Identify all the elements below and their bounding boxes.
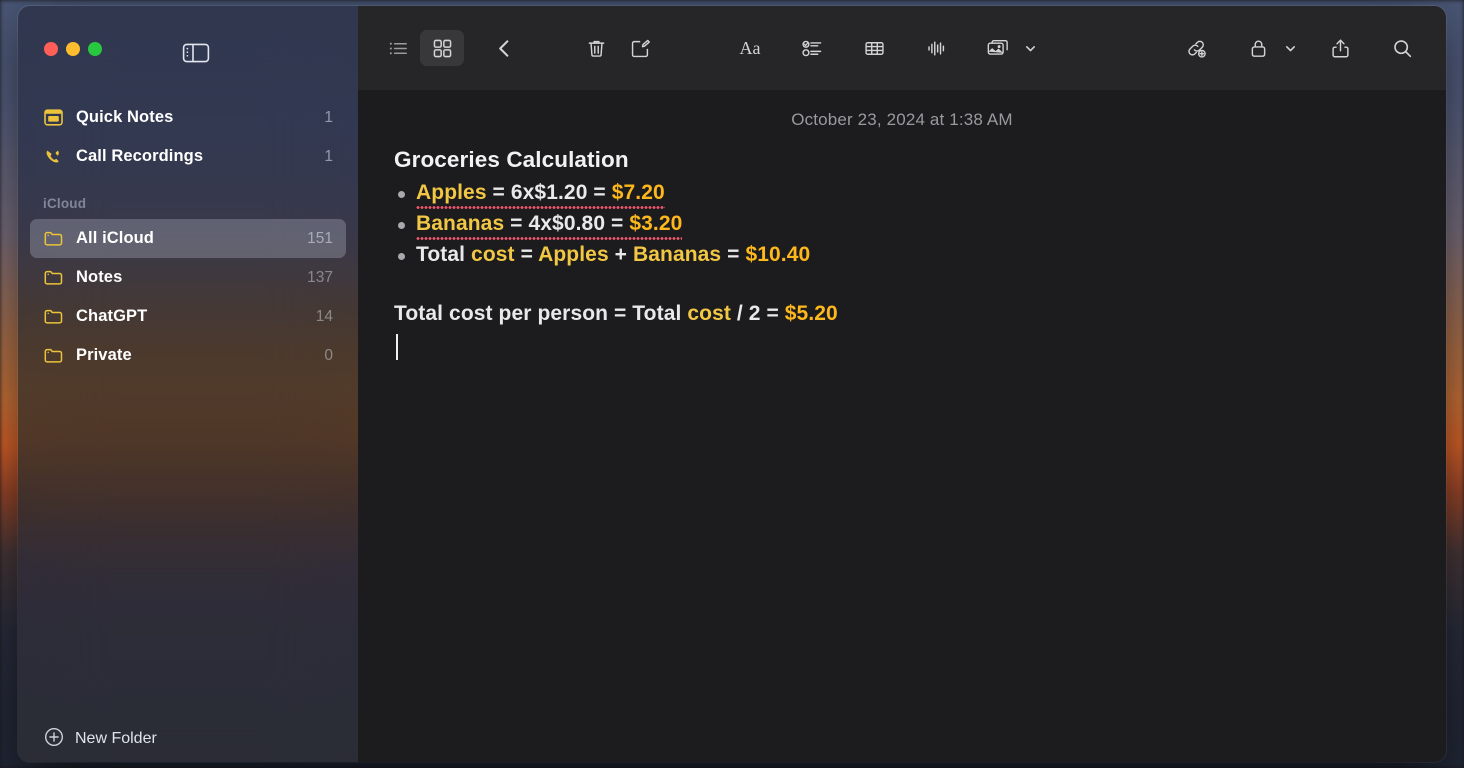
checklist-icon[interactable] (790, 30, 834, 66)
folder-icon (43, 267, 64, 288)
sidebar-toggle-icon[interactable] (182, 42, 210, 64)
note-text-run: = (721, 243, 746, 267)
window-controls (44, 42, 102, 56)
format-text-icon[interactable]: Aa (728, 30, 772, 66)
spellcheck-underline: Apples = 6x$1.20 = $7.20 (416, 177, 665, 210)
sidebar: Quick Notes 1 Call Recordings 1 iCloud A… (18, 6, 358, 762)
text-caret (396, 333, 398, 360)
lock-icon[interactable] (1236, 30, 1280, 66)
sidebar-item-label: Quick Notes (76, 108, 174, 126)
sidebar-item-count: 151 (307, 229, 333, 247)
list-view-icon[interactable] (376, 30, 420, 66)
note-bullet-item: Apples = 6x$1.20 = $7.20 (398, 177, 1406, 210)
note-text-run: $3.20 (629, 212, 683, 236)
delete-note-icon[interactable] (574, 30, 618, 66)
note-text-run: = (514, 243, 539, 267)
note-text-run: cost (687, 301, 731, 325)
new-folder-button[interactable]: New Folder (18, 716, 358, 762)
sidebar-item-label: Private (76, 346, 132, 364)
sidebar-item-label: All iCloud (76, 229, 154, 247)
note-body[interactable]: Groceries Calculation Apples = 6x$1.20 =… (358, 146, 1446, 360)
format-text-label: Aa (740, 38, 761, 58)
note-text-run: = (605, 212, 630, 236)
folder-icon (43, 345, 64, 366)
sidebar-item-count: 0 (324, 346, 333, 364)
sidebar-item-notes[interactable]: Notes 137 (30, 258, 346, 297)
table-icon[interactable] (852, 30, 896, 66)
note-bullet-item: Bananas = 4x$0.80 = $3.20 (398, 208, 1406, 241)
note-text-run: Bananas (416, 212, 505, 236)
sidebar-item-quick-notes[interactable]: Quick Notes 1 (30, 98, 346, 137)
sidebar-item-private[interactable]: Private 0 (30, 336, 346, 375)
note-text-run: $7.20 (611, 180, 665, 204)
note-text-run: Apples (538, 243, 609, 267)
zoom-button[interactable] (88, 42, 102, 56)
sidebar-item-count: 1 (324, 147, 333, 165)
sidebar-item-count: 14 (315, 307, 333, 325)
note-paragraph: Total cost per person = Total cost / 2 =… (394, 298, 1406, 329)
chevron-down-icon[interactable] (1280, 42, 1300, 55)
note-text-run: cost (471, 243, 515, 267)
note-text-run: / 2 = (730, 301, 785, 325)
audio-recording-icon[interactable] (914, 30, 958, 66)
note-text-run: 6x$1.20 (510, 180, 588, 204)
note-text-run: Apples (416, 180, 487, 204)
new-folder-label: New Folder (75, 730, 157, 747)
note-text-run: $5.20 (784, 301, 838, 325)
note-text-run: = (587, 180, 612, 204)
sidebar-item-label: Call Recordings (76, 147, 204, 165)
note-bullet-list: Apples = 6x$1.20 = $7.20 Bananas = 4x$0.8… (394, 177, 1406, 271)
sidebar-item-label: Notes (76, 268, 123, 286)
folder-icon (43, 228, 64, 249)
media-button[interactable] (976, 30, 1040, 66)
note-bullet-item: Total cost = Apples + Bananas = $10.40 (398, 239, 1406, 270)
chevron-down-icon[interactable] (1020, 42, 1040, 55)
sidebar-item-count: 137 (307, 268, 333, 286)
spellcheck-underline: Bananas = 4x$0.80 = $3.20 (416, 208, 683, 241)
quick-notes-icon (43, 107, 64, 128)
note-text-run: $10.40 (745, 243, 811, 267)
close-button[interactable] (44, 42, 58, 56)
plus-circle-icon (44, 727, 64, 752)
compose-note-icon[interactable] (618, 30, 662, 66)
lock-button[interactable] (1236, 30, 1300, 66)
note-timestamp: October 23, 2024 at 1:38 AM (791, 110, 1013, 129)
sidebar-item-label: ChatGPT (76, 307, 148, 325)
note-text-run: = (504, 212, 529, 236)
back-chevron-icon[interactable] (482, 30, 526, 66)
note-text-run: Total (416, 243, 472, 267)
sidebar-item-count: 1 (324, 108, 333, 126)
toolbar: Aa (358, 6, 1446, 90)
note-pane: Aa October 23, 2024 at 1:38 AM Groceries… (358, 6, 1446, 762)
sidebar-section-icloud: iCloud (43, 196, 87, 211)
search-icon[interactable] (1380, 30, 1424, 66)
folder-icon (43, 306, 64, 327)
sidebar-item-all-icloud[interactable]: All iCloud 151 (30, 219, 346, 258)
sidebar-item-call-recordings[interactable]: Call Recordings 1 (30, 137, 346, 176)
note-title: Groceries Calculation (394, 147, 629, 172)
share-icon[interactable] (1318, 30, 1362, 66)
note-text-run: 4x$0.80 (528, 212, 606, 236)
link-add-icon[interactable] (1174, 30, 1218, 66)
note-content-area[interactable]: October 23, 2024 at 1:38 AM Groceries Ca… (358, 90, 1446, 762)
note-text-run: + (608, 243, 633, 267)
call-recordings-icon (43, 146, 64, 167)
note-text-run: = (486, 180, 511, 204)
media-icon[interactable] (976, 30, 1020, 66)
sidebar-item-chatgpt[interactable]: ChatGPT 14 (30, 297, 346, 336)
notes-window: Quick Notes 1 Call Recordings 1 iCloud A… (18, 6, 1446, 762)
note-text-run: Bananas (632, 243, 722, 267)
gallery-view-icon[interactable] (420, 30, 464, 66)
note-text-run: Total cost per person = Total (394, 301, 688, 325)
minimize-button[interactable] (66, 42, 80, 56)
